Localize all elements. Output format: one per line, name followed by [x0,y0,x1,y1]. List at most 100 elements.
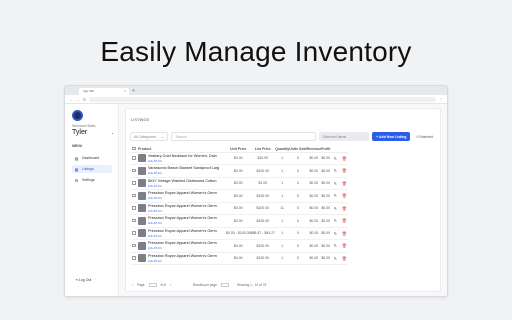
quantity: 1 [275,239,290,253]
new-tab-button[interactable]: + [132,88,135,95]
sidebar-item-settings[interactable]: ⚙ Settings [72,176,112,184]
trash-icon[interactable]: 🗑 [340,152,349,165]
row-checkbox[interactable] [130,214,138,228]
search-input[interactable]: Search [171,132,317,141]
row-checkbox[interactable] [130,189,138,203]
browser-tab[interactable]: App Tab × [79,88,129,95]
unit-price: $0.00 [226,152,251,165]
row-checkbox[interactable] [130,227,138,240]
row-checkbox[interactable] [130,252,138,265]
edit-icon[interactable]: ✎ [330,214,341,228]
prev-page-icon[interactable]: ‹ [132,283,133,287]
category-select[interactable]: All Categories ⌄ [130,132,168,141]
table-row[interactable]: Vestiary Gold Necklace for Women, Dain LN… [130,152,349,165]
main-content: LISTINGS All Categories ⌄ Search Selected… [119,104,447,296]
unit-price: $0.00 [226,252,251,265]
product-name[interactable]: Pressbox Royce Apparel Women's Germ [148,254,226,258]
browser-menu-icon[interactable]: ⋮ [439,97,443,102]
tab-close-icon[interactable]: × [124,88,126,95]
next-page-icon[interactable]: › [170,283,171,287]
revenue: $0.00 [306,152,322,165]
product-name[interactable]: Pressbox Royce Apparel Women's Germ [148,204,226,208]
product-name[interactable]: Pressbox Royce Apparel Women's Germ [148,216,226,220]
product-cell[interactable]: Pressbox Royce Apparel Women's Germ LNL-8… [138,214,226,228]
sidebar-item-label: Dashboard [82,156,100,160]
product-name[interactable]: Vantasonic Beach Blanket Sandproof Larg [148,166,226,170]
product-thumbnail [138,179,146,188]
units-sold: 0 [289,239,307,253]
row-checkbox[interactable] [130,164,138,178]
trash-icon[interactable]: 🗑 [340,227,349,240]
edit-icon[interactable]: ✎ [330,152,341,165]
row-checkbox[interactable] [130,202,138,215]
row-checkbox[interactable] [130,177,138,190]
sidebar-item-dashboard[interactable]: ▤ Dashboard [72,154,112,162]
edit-icon[interactable]: ✎ [330,227,341,240]
add-listing-button[interactable]: + Add New Listing [372,132,411,141]
profit: $0.00 [321,239,331,253]
table-row[interactable]: Pressbox Royce Apparel Women's Germ LNL-8… [130,227,349,240]
product-thumbnail [138,191,146,200]
edit-icon[interactable]: ✎ [330,239,341,253]
product-cell[interactable]: Pressbox Royce Apparel Women's Germ LNL-8… [138,252,226,265]
trash-icon[interactable]: 🗑 [340,202,349,215]
edit-icon[interactable]: ✎ [330,164,341,178]
product-cell[interactable]: Vantasonic Beach Blanket Sandproof Larg L… [138,164,226,178]
listings-panel: LISTINGS All Categories ⌄ Search Selected… [125,108,441,292]
chevron-down-icon[interactable]: ⌄ [111,130,114,135]
edit-icon[interactable]: ✎ [330,252,341,265]
product-thumbnail [138,154,146,163]
product-name[interactable]: Vestiary Gold Necklace for Women, Dain [148,154,226,158]
table-row[interactable]: Pressbox Royce Apparel Women's Germ LNL-8… [130,214,349,228]
trash-icon[interactable]: 🗑 [340,189,349,203]
table-row[interactable]: Pressbox Royce Apparel Women's Germ LNL-8… [130,202,349,215]
product-name[interactable]: Pressbox Royce Apparel Women's Germ [148,241,226,245]
list-price: $1.00 [250,177,276,190]
product-thumbnail [138,241,146,250]
edit-icon[interactable]: ✎ [330,177,341,190]
product-name[interactable]: BKIY Vintage Washed Distressed Cotton [148,179,226,183]
product-name[interactable]: Pressbox Royce Apparel Women's Germ [148,191,226,195]
table-row[interactable]: BKIY Vintage Washed Distressed Cotton LNL… [130,177,349,190]
rows-per-page-label: Results per page [192,283,218,287]
url-input[interactable] [89,96,436,102]
rows-per-page-select[interactable] [221,282,230,288]
logout-button[interactable]: ⇥ Log Out [75,278,91,282]
row-checkbox[interactable] [130,152,138,165]
sidebar-item-label: Settings [82,178,95,182]
edit-icon[interactable]: ✎ [330,202,341,215]
bulk-action-select[interactable]: Selected Items [319,132,370,141]
edit-icon[interactable]: ✎ [330,189,341,203]
forward-icon[interactable]: → [76,97,80,102]
sidebar-item-label: Listings [82,167,94,171]
menu-label: MENU [72,144,83,148]
product-cell[interactable]: Pressbox Royce Apparel Women's Germ LNL-8… [138,202,226,215]
product-sku: LNL-87-K4 [148,233,162,238]
table-row[interactable]: Vantasonic Beach Blanket Sandproof Larg L… [130,164,349,178]
product-cell[interactable]: BKIY Vintage Washed Distressed Cotton LNL… [138,177,226,190]
trash-icon[interactable]: 🗑 [340,177,349,190]
product-name[interactable]: Pressbox Royce Apparel Women's Germ [148,229,226,233]
product-cell[interactable]: Pressbox Royce Apparel Women's Germ LNL-8… [138,239,226,253]
table-row[interactable]: Pressbox Royce Apparel Women's Germ LNL-8… [130,252,349,265]
sidebar-item-listings[interactable]: ▦ Listings [72,165,112,173]
trash-icon[interactable]: 🗑 [340,239,349,253]
reload-icon[interactable]: ↻ [83,97,86,102]
bulk-action-value: Selected Items [323,134,347,139]
product-cell[interactable]: Vestiary Gold Necklace for Women, Dain LN… [138,152,226,165]
product-cell[interactable]: Pressbox Royce Apparel Women's Germ LNL-8… [138,189,226,203]
product-cell[interactable]: Pressbox Royce Apparel Women's Germ LNL-8… [138,227,226,240]
table-row[interactable]: Pressbox Royce Apparel Women's Germ LNL-8… [130,189,349,203]
sidebar: Welcome Back, Tyler ⌄ MENU ▤ Dashboard ▦ L… [65,104,119,296]
trash-icon[interactable]: 🗑 [340,252,349,265]
list-price: $100.00 [250,214,276,228]
back-icon[interactable]: ← [69,97,73,102]
quantity: 1 [275,214,290,228]
product-sku: LNL-87-K4 [148,196,162,201]
row-checkbox[interactable] [130,239,138,253]
trash-icon[interactable]: 🗑 [340,214,349,228]
trash-icon[interactable]: 🗑 [340,164,349,178]
page-input[interactable] [148,282,157,288]
table-row[interactable]: Pressbox Royce Apparel Women's Germ LNL-8… [130,239,349,253]
product-sku: LNL-87-K4 [148,158,162,163]
